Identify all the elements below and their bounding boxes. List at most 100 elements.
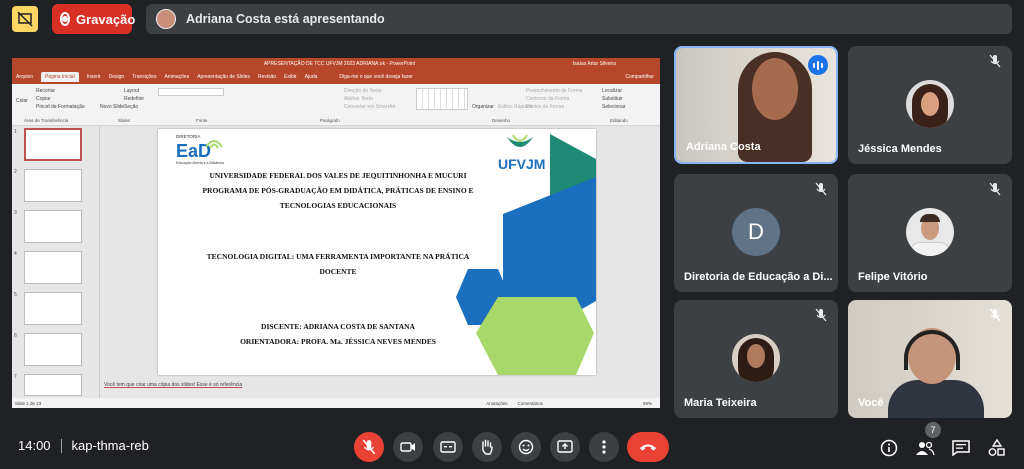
- more-options-button[interactable]: [589, 432, 619, 462]
- notes-pane[interactable]: Você tem que criar uma cópia dos slides!…: [102, 378, 660, 392]
- present-screen-icon: [557, 440, 573, 453]
- presenting-banner: Adriana Costa está apresentando: [146, 4, 1012, 34]
- select-button[interactable]: Selecionar: [602, 104, 626, 110]
- recording-badge[interactable]: Gravação: [52, 4, 135, 34]
- presenting-text: Adriana Costa está apresentando: [186, 12, 385, 26]
- person-body: [888, 380, 984, 418]
- cut-button[interactable]: Recortar: [36, 88, 55, 94]
- comments-toggle[interactable]: Comentários: [517, 401, 543, 406]
- slide-thumb-3[interactable]: [24, 210, 82, 243]
- meeting-details-button[interactable]: [878, 437, 900, 459]
- ppt-tabs: Arquivo Página Inicial Inserir Design Tr…: [12, 70, 660, 84]
- thumb-number: 1: [14, 129, 17, 135]
- participant-avatar: [732, 334, 780, 382]
- text-direction-button[interactable]: Direção do Texto: [344, 88, 381, 94]
- person-face: [752, 58, 798, 120]
- slide-thumb-2[interactable]: [24, 169, 82, 202]
- shapes-gallery[interactable]: [416, 88, 468, 110]
- camera-icon: [400, 442, 415, 452]
- format-painter-button[interactable]: Pincel de Formatação: [36, 104, 85, 110]
- ppt-tab[interactable]: Animações: [164, 74, 189, 80]
- tile-self[interactable]: Você: [848, 300, 1012, 418]
- slide-thumb-5[interactable]: [24, 292, 82, 325]
- slide-thumb-7[interactable]: [24, 374, 82, 396]
- ppt-titlebar: APRESENTAÇÃO DE TCC UFVJM 2023 ADRIANA.o…: [12, 58, 660, 70]
- ppt-window-title: APRESENTAÇÃO DE TCC UFVJM 2023 ADRIANA.o…: [263, 61, 416, 67]
- slide-header-line3: TECNOLOGIAS EDUCACIONAIS: [279, 201, 397, 210]
- ppt-tab[interactable]: Apresentação de Slides: [197, 74, 250, 80]
- slide-thumb-1[interactable]: [24, 128, 82, 161]
- slide-header-line1: UNIVERSIDADE FEDERAL DOS VALES DE JEQUIT…: [209, 171, 467, 180]
- layout-button[interactable]: Layout: [124, 88, 139, 94]
- shape-effects-button[interactable]: Efeitos de Forma: [526, 104, 564, 110]
- reset-button[interactable]: Redefinir: [124, 96, 144, 102]
- participant-avatar: [906, 80, 954, 128]
- group-editing: Editando: [610, 118, 628, 123]
- current-slide[interactable]: DIRETORIA EaD Educação Aberta e a Distân…: [158, 129, 596, 375]
- tile-felipe[interactable]: Felipe Vitório: [848, 174, 1012, 292]
- font-family-select[interactable]: [158, 88, 224, 96]
- raise-hand-button[interactable]: [472, 432, 502, 462]
- participant-name: Você: [858, 397, 884, 409]
- tile-diretoria[interactable]: D Diretoria de Educação a Di...: [674, 174, 838, 292]
- section-button[interactable]: Seção: [124, 104, 138, 110]
- ppt-tab[interactable]: Exibir: [284, 74, 297, 80]
- group-clipboard: Área de Transferência: [24, 118, 69, 123]
- mic-toggle-button[interactable]: [354, 432, 384, 462]
- ead-wifi-icon: [205, 140, 223, 149]
- ppt-tab[interactable]: Transições: [132, 74, 156, 80]
- find-button[interactable]: Localizar: [602, 88, 622, 94]
- mic-off-icon: [989, 308, 1001, 322]
- arrange-button[interactable]: Organizar: [472, 104, 494, 110]
- leave-call-button[interactable]: [627, 432, 669, 462]
- shape-fill-button[interactable]: Preenchimento da Forma: [526, 88, 582, 94]
- present-button[interactable]: [550, 432, 580, 462]
- thumb-number: 3: [14, 210, 17, 216]
- ppt-tab[interactable]: Arquivo: [16, 74, 33, 80]
- align-text-button[interactable]: Alinhar Texto: [344, 96, 373, 102]
- new-slide-button[interactable]: Novo Slide: [100, 104, 124, 110]
- mic-off-icon: [815, 182, 827, 196]
- ppt-tab[interactable]: Inserir: [87, 74, 101, 80]
- slide-title-line1: TECNOLOGIA DIGITAL: UMA FERRAMENTA IMPOR…: [206, 252, 470, 261]
- ufvjm-logo-icon: [507, 134, 533, 147]
- replace-button[interactable]: Substituir: [602, 96, 623, 102]
- ppt-tab[interactable]: Design: [109, 74, 125, 80]
- participant-name: Diretoria de Educação a Di...: [684, 271, 833, 283]
- slide-count: Slide 1 de 23: [15, 400, 42, 406]
- zoom-level[interactable]: 69%: [643, 401, 652, 406]
- smartart-button[interactable]: Converter em SmartArt: [344, 104, 395, 110]
- emoji-button[interactable]: [511, 432, 541, 462]
- ppt-search[interactable]: Diga-me o que você deseja fazer: [339, 74, 412, 80]
- ppt-tab[interactable]: Ajuda: [305, 74, 318, 80]
- people-icon: [916, 441, 935, 456]
- ppt-tab[interactable]: Revisão: [258, 74, 276, 80]
- ppt-tab-active[interactable]: Página Inicial: [40, 72, 79, 82]
- shape-outline-button[interactable]: Contorno da Forma: [526, 96, 569, 102]
- tile-jessica[interactable]: Jéssica Mendes: [848, 46, 1012, 164]
- people-count-badge: 7: [925, 422, 941, 438]
- tile-adriana[interactable]: Adriana Costa: [674, 46, 838, 164]
- tile-maria[interactable]: Maria Teixeira: [674, 300, 838, 418]
- record-icon: [60, 12, 70, 26]
- dir-label: DIRETORIA: [176, 134, 201, 139]
- copy-button[interactable]: Copiar: [36, 96, 51, 102]
- ufvjm-logo: UFVJM: [498, 156, 546, 172]
- notes-text: Você tem que criar uma cópia dos slides!…: [104, 382, 243, 388]
- people-button[interactable]: [914, 437, 936, 459]
- ppt-share[interactable]: Compartilhar: [625, 74, 654, 80]
- captions-icon: [440, 441, 456, 453]
- slide-thumb-6[interactable]: [24, 333, 82, 366]
- thumb-number: 7: [14, 374, 17, 380]
- activities-button[interactable]: [986, 437, 1008, 459]
- paste-button[interactable]: Colar: [16, 98, 28, 104]
- participant-name: Adriana Costa: [686, 141, 761, 153]
- camera-toggle-button[interactable]: [393, 432, 423, 462]
- chat-button[interactable]: [950, 437, 972, 459]
- thumb-number: 2: [14, 169, 17, 175]
- captions-button[interactable]: [433, 432, 463, 462]
- presentation-lock-icon[interactable]: [12, 6, 38, 32]
- notes-toggle[interactable]: Anotações: [486, 401, 507, 406]
- slide-thumb-4[interactable]: [24, 251, 82, 284]
- group-font: Fonte: [196, 118, 208, 123]
